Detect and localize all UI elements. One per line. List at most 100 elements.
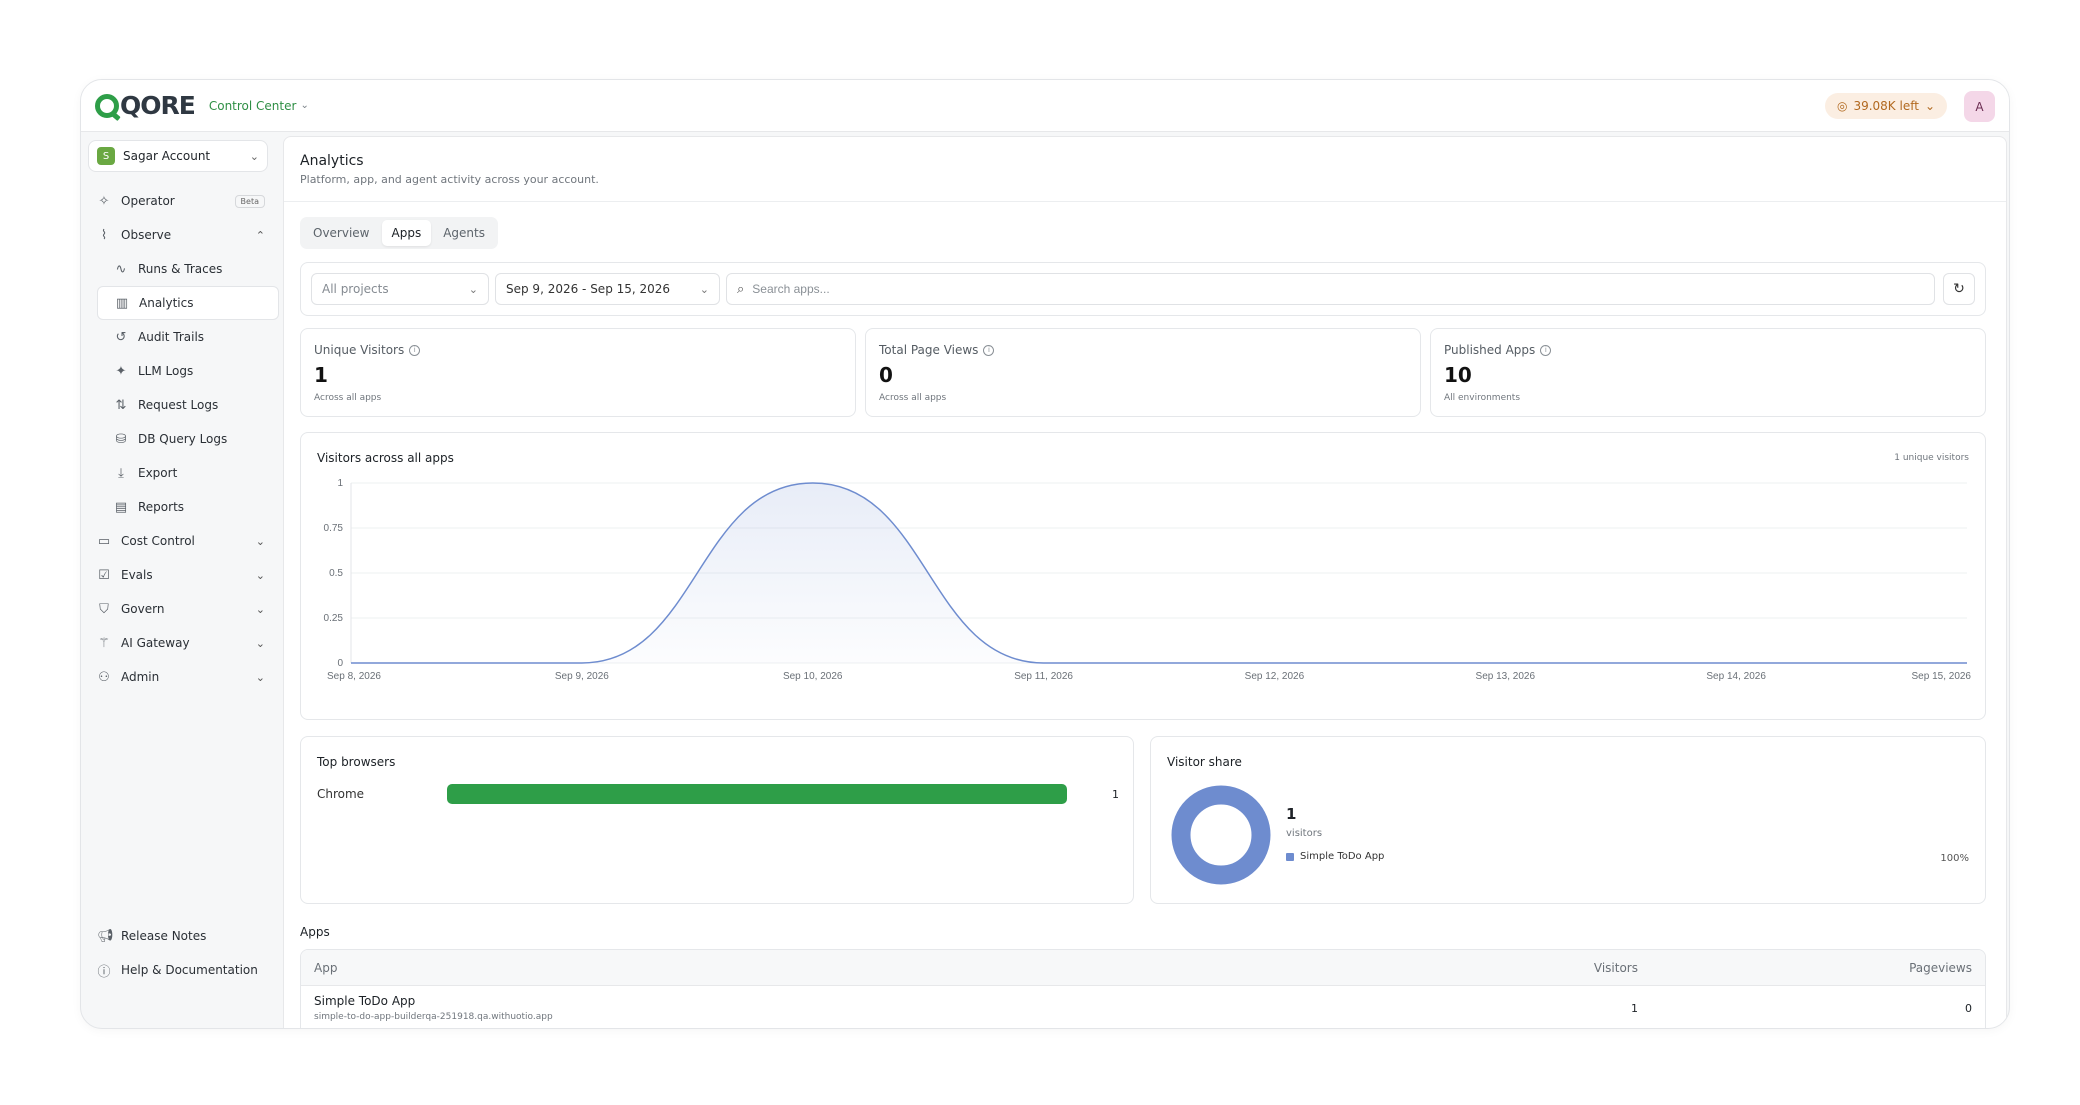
brand-q-mark (95, 93, 119, 118)
sparkle-icon: ✦ (115, 363, 127, 379)
account-switcher[interactable]: S Sagar Account ⌄ (88, 140, 268, 172)
beta-badge: Beta (234, 194, 265, 208)
stat-label-row: Total Page Views i (879, 343, 1407, 357)
sidebar-item-label: Govern (121, 602, 165, 616)
chevron-up-icon: ⌃ (255, 228, 265, 242)
sidebar-item-analytics[interactable]: ▥ Analytics (97, 286, 279, 320)
sidebar-item-llm-logs[interactable]: ✦ LLM Logs (97, 354, 281, 388)
project-select-value: All projects (322, 282, 389, 296)
sidebar-item-ai-gateway[interactable]: ⚚ AI Gateway ⌄ (81, 626, 281, 660)
sidebar-item-label: Request Logs (138, 398, 219, 412)
sidebar-item-label: Release Notes (121, 929, 207, 943)
chevron-down-icon: ⌄ (255, 602, 265, 616)
stat-value: 0 (879, 363, 893, 387)
project-select[interactable]: All projects ⌄ (311, 273, 489, 305)
tab-agents[interactable]: Agents (433, 220, 495, 246)
sidebar-item-observe[interactable]: ⌇ Observe ⌃ (81, 218, 281, 252)
top-browsers-card: Top browsers Chrome 1 (300, 736, 1134, 904)
sidebar-item-label: LLM Logs (138, 364, 194, 378)
column-header-app[interactable]: App (314, 961, 1518, 975)
y-tick-label: 0 (337, 658, 343, 669)
sidebar-nav: ✧ Operator Beta ⌇ Observe ⌃ ∿ Runs & Tra… (81, 184, 281, 694)
sidebar-item-evals[interactable]: ☑ Evals ⌄ (81, 558, 281, 592)
sidebar: S Sagar Account ⌄ ✧ Operator Beta ⌇ Obse… (81, 132, 281, 1028)
chevron-down-icon: ⌄ (1924, 99, 1935, 113)
visitors-chart[interactable]: 0 0.25 0.5 0.75 1 Sep 8, 2026 Sep 9, 2026 Sep 1… (301, 473, 1987, 713)
main-content: Analytics Platform, app, and agent activ… (283, 136, 2007, 1028)
info-icon[interactable]: i (409, 344, 421, 356)
table-row[interactable]: Simple ToDo App simple-to-do-app-builder… (301, 986, 1985, 1028)
search-input[interactable] (752, 282, 1924, 296)
x-tick-label: Sep 9, 2026 (555, 671, 609, 682)
browser-bar-track (447, 784, 1067, 804)
stat-value: 10 (1444, 363, 1472, 387)
stat-label: Total Page Views (879, 343, 979, 357)
sidebar-item-db-query-logs[interactable]: ⛁ DB Query Logs (97, 422, 281, 456)
search-box: ⌕ (726, 273, 1935, 305)
stat-note: Across all apps (314, 393, 382, 403)
share-unit: visitors (1286, 828, 1323, 839)
chevron-down-icon: ⌄ (255, 636, 265, 650)
sidebar-item-export[interactable]: ⤓ Export (97, 456, 281, 490)
user-cog-icon: ⚇ (98, 669, 110, 685)
coins-icon: ◎ (1836, 99, 1848, 113)
sidebar-item-label: Operator (121, 194, 175, 208)
sidebar-item-operator[interactable]: ✧ Operator Beta (81, 184, 281, 218)
sidebar-item-runs-traces[interactable]: ∿ Runs & Traces (97, 252, 281, 286)
x-tick-label: Sep 14, 2026 (1706, 671, 1766, 682)
sidebar-footer: 📢︎ Release Notes ⓘ Help & Documentation (81, 919, 274, 987)
sidebar-item-govern[interactable]: ⛉ Govern ⌄ (81, 592, 281, 626)
card-title: Top browsers (317, 755, 396, 769)
app-url: simple-to-do-app-builderqa-251918.qa.wit… (314, 1012, 553, 1022)
credits-badge[interactable]: ◎ 39.08K left ⌄ (1824, 93, 1947, 119)
column-header-pageviews[interactable]: Pageviews (1638, 961, 1972, 975)
brand-logo[interactable]: QORE (95, 91, 196, 120)
workspace-switcher[interactable]: Control Center ⌄ (209, 99, 309, 113)
browser-row: Chrome 1 (317, 784, 1119, 804)
sidebar-item-label: Cost Control (121, 534, 195, 548)
stat-label: Published Apps (1444, 343, 1536, 357)
chevron-down-icon: ⌄ (300, 100, 309, 111)
sidebar-item-cost-control[interactable]: ▭ Cost Control ⌄ (81, 524, 281, 558)
workspace-label: Control Center (208, 98, 297, 113)
visitor-share-donut[interactable] (1171, 785, 1271, 885)
apps-table: App Visitors Pageviews Simple ToDo App s… (300, 949, 1986, 1028)
sidebar-item-help[interactable]: ⓘ Help & Documentation (81, 953, 274, 987)
legend-percent: 100% (1940, 853, 1969, 864)
sparkle-icon: ✧ (98, 193, 110, 209)
tab-apps[interactable]: Apps (381, 220, 432, 246)
stat-card-published-apps: Published Apps i 10 All environments (1430, 328, 1986, 417)
page-title: Analytics (300, 153, 364, 169)
sidebar-item-release-notes[interactable]: 📢︎ Release Notes (81, 919, 274, 953)
sidebar-item-audit-trails[interactable]: ↺ Audit Trails (97, 320, 281, 354)
shield-icon: ⛉ (99, 601, 109, 617)
chevron-down-icon: ⌄ (468, 282, 478, 296)
refresh-button[interactable]: ↻ (1943, 273, 1975, 305)
sidebar-item-reports[interactable]: ▤ Reports (97, 490, 281, 524)
info-icon[interactable]: i (1540, 344, 1552, 356)
date-range-select[interactable]: Sep 9, 2026 - Sep 15, 2026 ⌄ (495, 273, 720, 305)
column-header-visitors[interactable]: Visitors (1518, 961, 1638, 975)
bar-chart-icon: ▥ (115, 295, 129, 311)
legend-label: Simple ToDo App (1300, 851, 1385, 862)
activity-icon: ∿ (115, 261, 127, 277)
sidebar-item-request-logs[interactable]: ⇅ Request Logs (97, 388, 281, 422)
avatar[interactable]: A (1964, 91, 1995, 122)
browser-name: Chrome (317, 787, 365, 801)
tab-overview[interactable]: Overview (303, 220, 380, 246)
top-bar: QORE Control Center ⌄ ◎ 39.08K left ⌄ A (81, 80, 2009, 132)
browser-bar (447, 784, 1067, 804)
account-name: Sagar Account (123, 149, 211, 163)
app-name: Simple ToDo App (314, 994, 416, 1008)
sidebar-item-admin[interactable]: ⚇ Admin ⌄ (81, 660, 281, 694)
stat-label: Unique Visitors (314, 343, 405, 357)
info-icon[interactable]: i (983, 344, 995, 356)
wallet-icon: ▭ (97, 533, 111, 549)
x-tick-label: Sep 12, 2026 (1245, 671, 1305, 682)
stat-note: All environments (1444, 393, 1521, 403)
visitor-share-card: Visitor share 1 visitors Simple ToDo App… (1150, 736, 1986, 904)
y-tick-label: 0.75 (324, 523, 344, 534)
chart-note: 1 unique visitors (1894, 453, 1969, 463)
sidebar-item-label: Export (138, 466, 178, 480)
help-icon: ⓘ (97, 964, 111, 980)
